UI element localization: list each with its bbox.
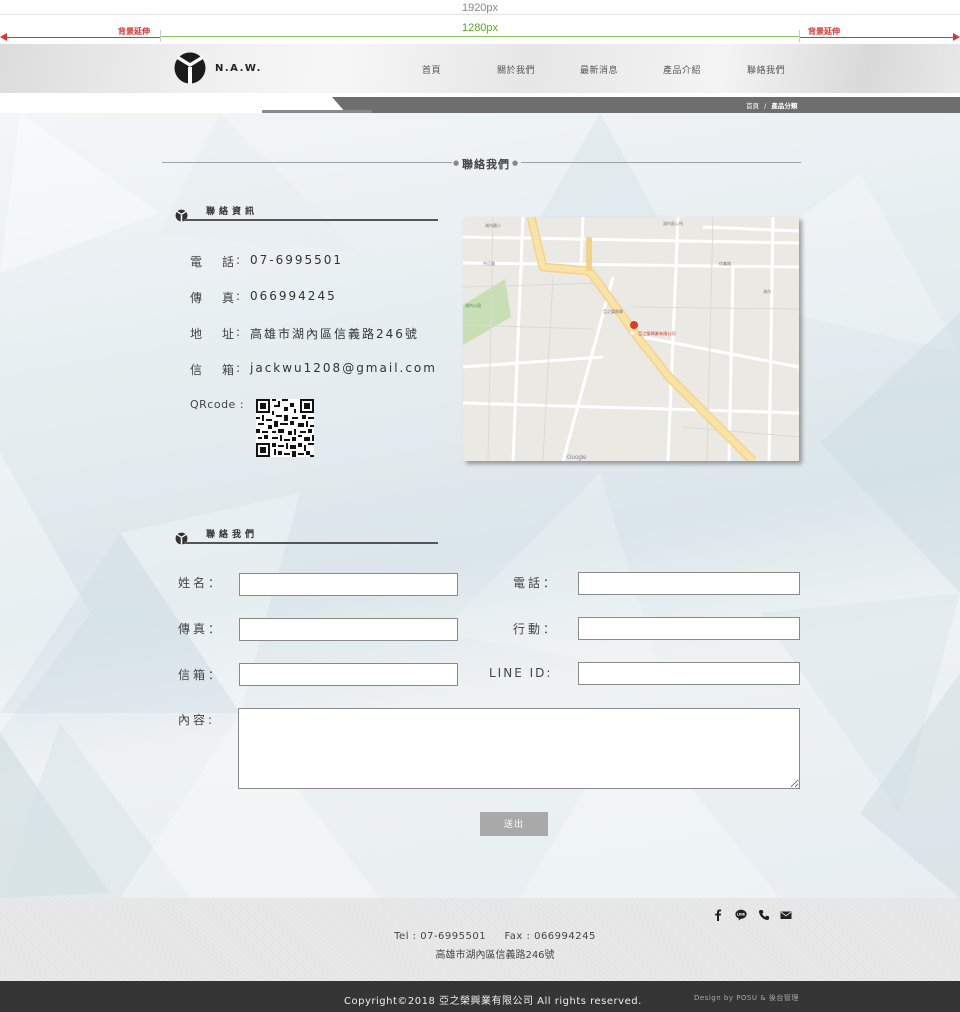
info-phone-value: 07-6995501 <box>250 253 344 267</box>
info-fax-sep: : <box>236 289 241 303</box>
content-textarea[interactable] <box>238 708 800 789</box>
svg-text:湖內: 湖內 <box>763 288 771 294</box>
qr-label-text: QRcode <box>190 398 236 411</box>
email-label: 信箱： <box>178 668 224 682</box>
footer-contact: Tel : 07-6995501 Fax : 066994245 <box>394 931 596 942</box>
copyright-text: Copyright©2018 亞之榮興業有限公司 All rights rese… <box>344 996 642 1007</box>
spec-tick-right <box>799 30 800 42</box>
breadcrumb-current: 產品分類 <box>771 102 798 110</box>
nav-news[interactable]: 最新消息 <box>580 63 618 76</box>
spec-content-line <box>160 36 800 37</box>
info-fax-value: 066994245 <box>250 289 337 303</box>
content-label: 內容: <box>178 713 216 727</box>
info-address-value: 高雄市湖內區信義路246號 <box>250 327 419 341</box>
info-fax-label: 傳 真 <box>190 291 239 305</box>
nav-contact[interactable]: 聯絡我們 <box>747 63 785 76</box>
map-canvas[interactable]: 湖內國小 湖內區公所 中正路 信義路 湖內公園 湖內 亞之榮興業 亞之榮興業有限… <box>463 217 799 461</box>
line-icon[interactable]: LINE <box>735 909 747 921</box>
info-address-sep: : <box>236 325 241 339</box>
svg-text:LINE: LINE <box>737 913 745 917</box>
qr-label: QRcode : <box>190 398 245 411</box>
logo-icon[interactable] <box>174 51 206 85</box>
info-phone-sep: : <box>236 253 241 267</box>
svg-text:湖內公園: 湖內公園 <box>465 302 481 308</box>
breadcrumb: 首頁 / 產品分類 <box>746 100 797 110</box>
contact-info-heading: 聯絡資訊 <box>206 207 259 217</box>
phone-field[interactable] <box>578 572 800 595</box>
svg-text:湖內區公所: 湖內區公所 <box>663 220 683 226</box>
map-google-logo: Google <box>567 455 587 461</box>
breadcrumb-band <box>332 97 960 113</box>
svg-text:信義路: 信義路 <box>719 260 731 266</box>
fax-field[interactable] <box>239 618 458 641</box>
svg-text:亞之榮興業: 亞之榮興業 <box>603 308 623 314</box>
spec-divider <box>0 14 960 15</box>
contact-info-underline <box>184 219 438 221</box>
form-heading: 聯絡我們 <box>206 530 259 540</box>
info-address-label: 地 址 <box>190 327 239 341</box>
nav-home[interactable]: 首頁 <box>422 63 441 76</box>
spec-extend-right: 背景延伸 <box>808 27 840 36</box>
logo-text[interactable]: N.A.W. <box>215 63 262 74</box>
name-label: 姓名： <box>178 576 224 590</box>
info-email-value[interactable]: jackwu1208@gmail.com <box>250 361 437 375</box>
svg-text:中正路: 中正路 <box>483 260 495 266</box>
spec-extend-left: 背景延伸 <box>118 27 150 36</box>
phone-label: 電話： <box>513 576 559 590</box>
site-header <box>0 44 960 93</box>
line-id-field[interactable] <box>578 662 800 685</box>
submit-button[interactable]: 送出 <box>480 812 548 836</box>
fax-label: 傳真： <box>178 622 224 636</box>
mail-icon[interactable] <box>780 909 792 921</box>
arrow-right-icon <box>953 33 960 41</box>
mobile-field[interactable] <box>578 617 800 640</box>
spec-tick-left <box>160 30 161 42</box>
info-email-label: 信 箱 <box>190 363 239 377</box>
email-field[interactable] <box>239 663 458 686</box>
phone-icon[interactable] <box>758 909 770 921</box>
title-line-right <box>521 162 801 163</box>
info-phone-label: 電 話 <box>190 255 239 269</box>
name-field[interactable] <box>239 573 458 596</box>
line-id-label: LINE ID: <box>489 666 553 680</box>
map-pin-label: 亞之榮興業有限公司 <box>638 330 676 337</box>
spec-content-width: 1280px <box>461 22 499 34</box>
spec-extend-right-line <box>800 37 956 38</box>
arrow-left-icon <box>0 33 7 41</box>
mobile-label: 行動： <box>513 622 559 636</box>
design-credit[interactable]: Design by POSU & 後台管理 <box>694 993 799 1003</box>
qrcode-image <box>256 399 314 457</box>
svg-text:湖內國小: 湖內國小 <box>485 222 501 228</box>
page-title: 聯絡我們 <box>462 158 510 171</box>
spec-extend-left-line <box>4 37 160 38</box>
breadcrumb-separator: / <box>764 102 767 110</box>
nav-products[interactable]: 產品介紹 <box>663 63 701 76</box>
google-map[interactable]: 湖內國小 湖內區公所 中正路 信義路 湖內公園 湖內 亞之榮興業 亞之榮興業有限… <box>463 217 799 461</box>
form-heading-underline <box>184 542 438 544</box>
footer-address: 高雄市湖內區信義路246號 <box>435 950 555 961</box>
breadcrumb-home[interactable]: 首頁 <box>746 102 759 110</box>
title-dot-right-icon: ● <box>512 159 519 167</box>
nav-about[interactable]: 關於我們 <box>497 63 535 76</box>
facebook-icon[interactable] <box>712 909 724 921</box>
title-dot-left-icon: ● <box>453 159 460 167</box>
info-email-sep: : <box>236 361 241 375</box>
title-line-left <box>162 162 452 163</box>
